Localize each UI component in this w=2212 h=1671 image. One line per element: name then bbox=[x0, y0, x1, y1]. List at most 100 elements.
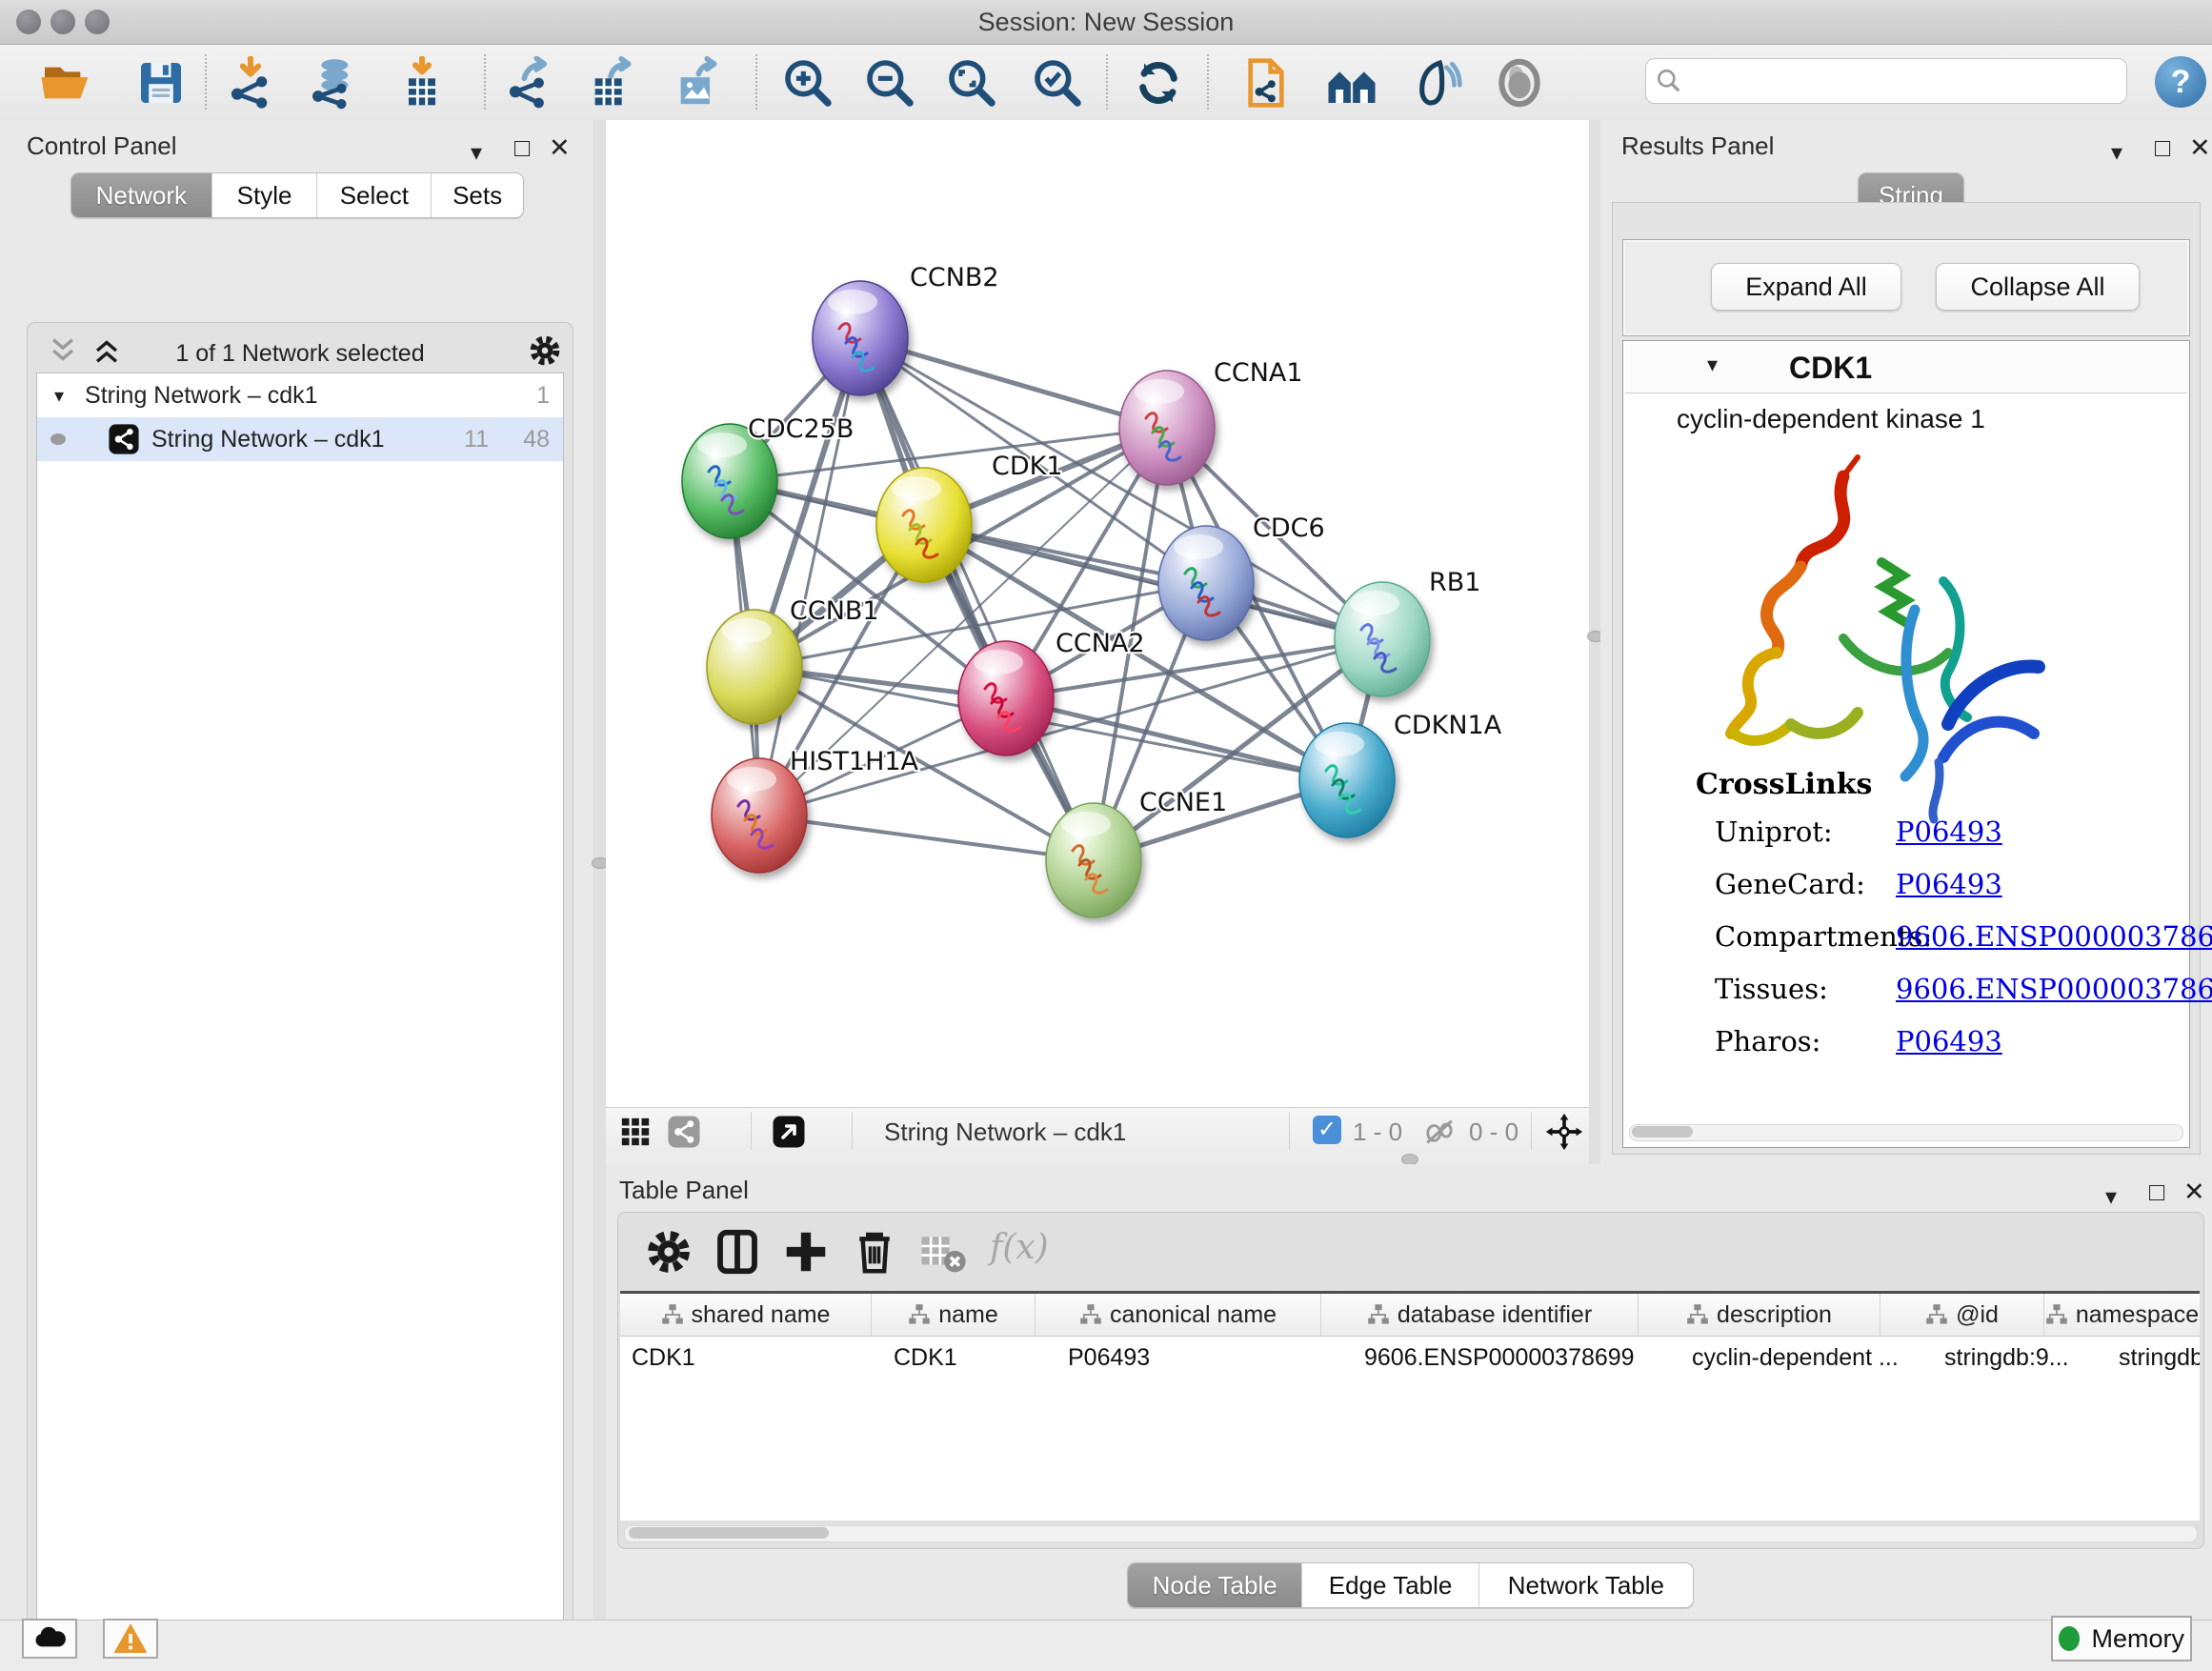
crosslink-link[interactable]: 9606.ENSP00000378699 bbox=[1896, 920, 2212, 953]
cell-canonical-name[interactable]: P06493 bbox=[1056, 1337, 1353, 1379]
cell-database-identifier[interactable]: 9606.ENSP00000378699 bbox=[1353, 1337, 1680, 1379]
column-header[interactable]: shared name bbox=[620, 1294, 872, 1336]
close-panel-icon[interactable]: ✕ bbox=[2189, 133, 2211, 163]
cell-namespace[interactable]: stringdb bbox=[2107, 1337, 2200, 1379]
string-home-button[interactable] bbox=[1325, 56, 1378, 110]
network-canvas[interactable]: CCNB2CCNA1CDC25BCDK1CDC6RB1CCNB1CCNA2CDK… bbox=[606, 120, 1589, 1107]
table-row[interactable]: CDK1 CDK1 P06493 9606.ENSP00000378699 cy… bbox=[620, 1337, 2200, 1379]
cell-shared-name[interactable]: CDK1 bbox=[620, 1337, 882, 1379]
delete-table-button[interactable] bbox=[917, 1226, 969, 1278]
maximize-panel-icon[interactable]: □ bbox=[514, 133, 530, 163]
delete-column-button[interactable] bbox=[849, 1226, 900, 1278]
function-builder-button[interactable]: f(x) bbox=[990, 1228, 1049, 1267]
tab-style[interactable]: Style bbox=[211, 173, 317, 217]
tab-node-table[interactable]: Node Table bbox=[1128, 1563, 1301, 1607]
network-edge-CCNB2-CCNE1[interactable] bbox=[860, 338, 1094, 860]
maximize-panel-icon[interactable]: □ bbox=[2149, 1178, 2164, 1207]
show-columns-button[interactable] bbox=[712, 1226, 763, 1278]
column-header[interactable]: namespace bbox=[2044, 1294, 2200, 1336]
network-node-CDKN1A[interactable]: CDKN1A bbox=[1299, 711, 1502, 837]
import-network-file-button[interactable] bbox=[224, 56, 277, 110]
import-table-file-button[interactable] bbox=[395, 56, 449, 110]
warning-status-button[interactable] bbox=[103, 1619, 158, 1659]
export-image-button[interactable] bbox=[670, 56, 723, 110]
import-string-network-button[interactable] bbox=[1239, 56, 1293, 110]
gene-card-header[interactable]: ▾ CDK1 bbox=[1625, 343, 2187, 393]
cell-id[interactable]: stringdb:9... bbox=[1933, 1337, 2107, 1379]
collection-expander-icon[interactable]: ▾ bbox=[54, 384, 64, 408]
collapse-all-button[interactable]: Collapse All bbox=[1936, 263, 2140, 311]
horizontal-splitter[interactable] bbox=[606, 1154, 1589, 1164]
network-node-CCNB2[interactable]: CCNB2 bbox=[813, 263, 999, 395]
zoom-fit-button[interactable] bbox=[945, 56, 998, 110]
network-node-CDC6[interactable]: CDC6 bbox=[1158, 513, 1325, 640]
cell-name[interactable]: CDK1 bbox=[882, 1337, 1056, 1379]
tab-network[interactable]: Network bbox=[71, 173, 211, 217]
cloud-status-button[interactable] bbox=[22, 1619, 77, 1659]
crosslink-link[interactable]: 9606.ENSP00000378699 bbox=[1896, 973, 2212, 1005]
tab-sets[interactable]: Sets bbox=[431, 173, 523, 217]
close-panel-icon[interactable]: ✕ bbox=[2183, 1178, 2205, 1207]
tab-edge-table[interactable]: Edge Table bbox=[1301, 1563, 1478, 1607]
help-button[interactable]: ? bbox=[2155, 56, 2206, 108]
share-view-icon[interactable] bbox=[667, 1115, 701, 1149]
crosslink-link[interactable]: P06493 bbox=[1896, 815, 2002, 848]
column-header[interactable]: @id bbox=[1880, 1294, 2044, 1336]
selected-counts: 1 - 0 bbox=[1353, 1117, 1402, 1147]
maximize-panel-icon[interactable]: □ bbox=[2155, 133, 2170, 163]
expand-all-button[interactable]: Expand All bbox=[1711, 263, 1901, 311]
cell-description[interactable]: cyclin-dependent ... bbox=[1680, 1337, 1933, 1379]
selected-checkbox-icon[interactable]: ✓ bbox=[1313, 1116, 1341, 1144]
network-node-HIST1H1A[interactable]: HIST1H1A bbox=[712, 747, 919, 873]
column-header[interactable]: name bbox=[872, 1294, 1036, 1336]
column-header[interactable]: database identifier bbox=[1321, 1294, 1639, 1336]
import-network-database-button[interactable] bbox=[306, 56, 359, 110]
table-settings-button[interactable] bbox=[643, 1226, 694, 1278]
column-header[interactable]: canonical name bbox=[1036, 1294, 1321, 1336]
birdseye-icon[interactable] bbox=[1545, 1113, 1583, 1151]
float-panel-icon[interactable]: ▾ bbox=[2105, 1183, 2117, 1211]
status-bar: Memory bbox=[0, 1620, 2212, 1671]
refresh-view-button[interactable] bbox=[1132, 56, 1185, 110]
tab-network-table[interactable]: Network Table bbox=[1478, 1563, 1693, 1607]
network-node-CCNE1[interactable]: CCNE1 bbox=[1046, 788, 1227, 917]
scrollbar-thumb[interactable] bbox=[1632, 1126, 1693, 1137]
close-panel-icon[interactable]: ✕ bbox=[549, 133, 571, 163]
grid-mode-icon[interactable] bbox=[619, 1116, 652, 1148]
network-row[interactable]: String Network – cdk1 11 48 bbox=[37, 417, 563, 461]
network-collection-row[interactable]: ▾ String Network – cdk1 1 bbox=[37, 373, 563, 417]
column-header[interactable]: description bbox=[1639, 1294, 1880, 1336]
network-edge-CCNE1-HIST1H1A[interactable] bbox=[759, 815, 1094, 860]
zoom-selected-button[interactable] bbox=[1031, 56, 1084, 110]
gear-icon[interactable] bbox=[527, 332, 563, 369]
scrollbar-thumb[interactable] bbox=[629, 1527, 829, 1539]
detach-view-icon[interactable] bbox=[772, 1115, 806, 1149]
zoom-in-button[interactable] bbox=[781, 56, 835, 110]
crosslink-link[interactable]: P06493 bbox=[1896, 1025, 2002, 1057]
collapse-section-icon[interactable]: ▾ bbox=[1707, 352, 1718, 377]
zoom-out-button[interactable] bbox=[863, 56, 916, 110]
float-panel-icon[interactable]: ▾ bbox=[2111, 139, 2122, 167]
memory-button[interactable]: Memory bbox=[2051, 1616, 2192, 1661]
create-column-button[interactable] bbox=[780, 1226, 832, 1278]
open-session-button[interactable] bbox=[38, 56, 91, 110]
hidden-eye-icon[interactable] bbox=[1423, 1116, 1456, 1148]
save-session-button[interactable] bbox=[134, 56, 188, 110]
export-network-button[interactable] bbox=[502, 56, 555, 110]
network-node-CCNB1[interactable]: CCNB1 bbox=[707, 596, 879, 724]
search-input[interactable] bbox=[1692, 67, 2126, 95]
export-table-button[interactable] bbox=[584, 56, 637, 110]
network-node-CDC25B[interactable]: CDC25B bbox=[682, 414, 854, 538]
table-hscrollbar[interactable] bbox=[624, 1525, 2198, 1542]
network-node-RB1[interactable]: RB1 bbox=[1335, 568, 1480, 696]
network-node-CCNA1[interactable]: CCNA1 bbox=[1119, 358, 1303, 485]
show-hide-details-button[interactable] bbox=[1411, 56, 1464, 110]
float-panel-icon[interactable]: ▾ bbox=[471, 139, 482, 167]
right-splitter[interactable] bbox=[1589, 120, 1600, 1164]
results-hscrollbar[interactable] bbox=[1629, 1124, 2183, 1141]
network-edge-CCNB2-HIST1H1A[interactable] bbox=[759, 338, 860, 815]
enable-disable-button[interactable] bbox=[1493, 56, 1546, 110]
tab-select[interactable]: Select bbox=[316, 173, 431, 217]
crosslink-link[interactable]: P06493 bbox=[1896, 868, 2002, 900]
left-splitter[interactable] bbox=[593, 120, 606, 1620]
